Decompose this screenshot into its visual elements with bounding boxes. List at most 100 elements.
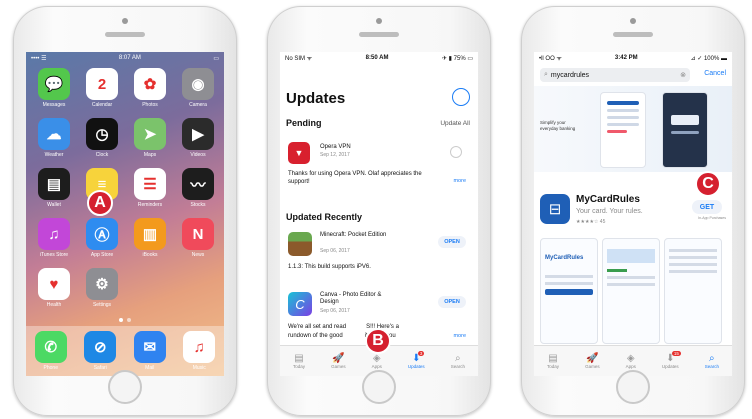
app-screenshot-2	[602, 238, 660, 344]
app-messages[interactable]: 💬 Messages	[32, 68, 76, 108]
search-query: mycardrules	[550, 71, 590, 79]
cancel-button[interactable]: Cancel	[704, 70, 726, 77]
minecraft-date: Sep 06, 2017	[320, 248, 350, 254]
app-maps[interactable]: ➤ Maps	[128, 118, 172, 158]
status-carrier: No SIM ᯤ	[285, 56, 313, 62]
app-news[interactable]: N News	[176, 218, 220, 258]
app-safari[interactable]: ⊘ Safari	[84, 331, 117, 371]
app-label: Settings	[92, 302, 112, 308]
tab-label: Apps	[625, 364, 636, 369]
update-all-button[interactable]: Update All	[440, 120, 470, 127]
opera-app-name: Opera VPN	[320, 144, 351, 150]
front-camera	[376, 18, 382, 24]
minecraft-release-note: 1.1.3: This build supports iPV6.	[288, 264, 371, 270]
clock-icon: ◷	[86, 118, 118, 150]
games-tab-icon: 🚀	[586, 353, 599, 364]
mycardrules-app-icon[interactable]: ⊟	[540, 194, 570, 224]
app-label: Phone	[43, 365, 58, 371]
app-calendar[interactable]: 2 Calendar	[80, 68, 124, 108]
app-camera[interactable]: ◉ Camera	[176, 68, 220, 108]
status-carrier: •••• ☰	[31, 55, 47, 62]
minecraft-icon	[288, 232, 312, 256]
tab-label: Games	[585, 364, 600, 369]
status-time: 8:07 AM	[118, 55, 141, 61]
promo-phone-screenshot-2	[662, 92, 708, 168]
home-button[interactable]	[362, 370, 396, 404]
app-itunes-store[interactable]: ♫ iTunes Store	[32, 218, 76, 258]
app-screenshot-3	[664, 238, 722, 344]
app-videos[interactable]: ▶ Videos	[176, 118, 220, 158]
canva-app-name: Canva - Photo Editor & Design	[320, 292, 382, 306]
ibooks-icon: ▥	[134, 218, 166, 250]
dock: ✆ Phone ⊘ Safari ✉ Mail ♫ Music	[26, 326, 224, 376]
app-stocks[interactable]: 〰 Stocks	[176, 168, 220, 208]
today-tab-icon: ▤	[294, 353, 304, 364]
canva-more-link[interactable]: more	[453, 333, 466, 339]
app-mail[interactable]: ✉ Mail	[133, 331, 166, 371]
minecraft-row: Minecraft: Pocket Edition Sep 06, 2017 O…	[286, 230, 472, 280]
app-health[interactable]: ♥ Health	[32, 268, 76, 308]
account-icon[interactable]	[452, 88, 470, 106]
app-label: App Store	[90, 252, 114, 258]
opera-vpn-icon: ▼	[288, 142, 310, 164]
app-reminders[interactable]: ☰ Reminders	[128, 168, 172, 208]
tab-label: Games	[331, 364, 346, 369]
tab-games[interactable]: 🚀 Games	[331, 353, 346, 369]
tab-apps[interactable]: ◈ Apps	[626, 353, 636, 369]
app-ibooks[interactable]: ▥ iBooks	[128, 218, 172, 258]
app-phone[interactable]: ✆ Phone	[34, 331, 67, 371]
opera-more-link[interactable]: more	[453, 178, 466, 184]
search-input[interactable]: ⌕ mycardrules ⊗	[540, 68, 690, 82]
tab-games[interactable]: 🚀 Games	[585, 353, 600, 369]
calendar-icon: 2	[86, 68, 118, 100]
callout-c-badge: C	[695, 171, 721, 197]
app-name[interactable]: MyCardRules	[576, 194, 640, 205]
app-music[interactable]: ♫ Music	[183, 331, 216, 371]
app-label: Safari	[93, 365, 107, 371]
camera-icon: ◉	[182, 68, 214, 100]
app-photos[interactable]: ✿ Photos	[128, 68, 172, 108]
app-tagline: Your card. Your rules.	[576, 208, 643, 215]
app-grid: 💬 Messages 2 Calendar ✿ Photos ◉ Camera ☁ Weather…	[32, 68, 218, 308]
clear-icon[interactable]: ⊗	[680, 71, 686, 79]
speaker-grille	[105, 32, 145, 37]
app-label: Weather	[44, 152, 64, 158]
status-carrier: •ll OO ᯤ	[539, 56, 562, 62]
app-label: Mail	[145, 365, 155, 371]
app-label: Videos	[190, 152, 206, 158]
weather-icon: ☁	[38, 118, 70, 150]
status-bar: •ll OO ᯤ 3:42 PM ⊿ ✓ 100% ▬	[534, 52, 732, 64]
tab-search[interactable]: ⌕ Search	[705, 353, 719, 369]
page-title: Updates	[286, 90, 346, 107]
tab-today[interactable]: ▤ Today	[293, 353, 305, 369]
minecraft-open-button[interactable]: OPEN	[438, 236, 466, 248]
messages-icon: 💬	[38, 68, 70, 100]
get-button[interactable]: GET	[692, 200, 722, 214]
tab-apps[interactable]: ◈ Apps	[372, 353, 382, 369]
tab-updates[interactable]: ⬇ Updates 15	[662, 351, 681, 369]
app-label: iBooks	[142, 252, 158, 258]
tab-label: Today	[547, 364, 560, 369]
app-label: Reminders	[137, 202, 163, 208]
home-button[interactable]	[616, 370, 650, 404]
app-clock[interactable]: ◷ Clock	[80, 118, 124, 158]
front-camera	[122, 18, 128, 24]
app-settings[interactable]: ⚙ Settings	[80, 268, 124, 308]
videos-icon: ▶	[182, 118, 214, 150]
status-time: 8:50 AM	[365, 55, 389, 61]
tab-search[interactable]: ⌕ Search	[451, 353, 465, 369]
status-time: 3:42 PM	[614, 55, 638, 61]
tab-today[interactable]: ▤ Today	[547, 353, 559, 369]
app-wallet[interactable]: ▤ Wallet	[32, 168, 76, 208]
tab-label: Search	[704, 364, 719, 369]
canva-open-button[interactable]: OPEN	[438, 296, 466, 308]
phone-updates-screen: No SIM ᯤ 8:50 AM ✈ ▮ 75% ▭ Updates Pendi…	[267, 6, 491, 416]
home-button[interactable]	[108, 370, 142, 404]
news-icon: N	[182, 218, 214, 250]
pending-progress-icon[interactable]	[450, 146, 462, 158]
music-icon: ♫	[183, 331, 216, 363]
app-app-store[interactable]: Ⓐ App Store	[80, 218, 124, 258]
speaker-grille	[359, 32, 399, 37]
tab-updates[interactable]: ⬇ Updates 3	[408, 351, 425, 369]
app-weather[interactable]: ☁ Weather	[32, 118, 76, 158]
